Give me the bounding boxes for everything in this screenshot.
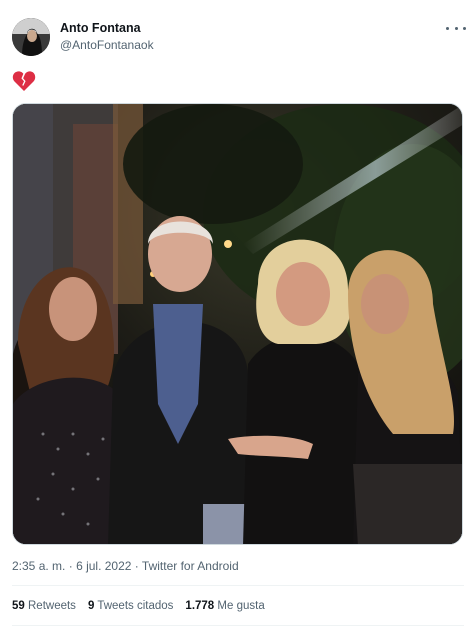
retweets-count: 59 xyxy=(12,600,25,612)
author-handle[interactable]: @AntoFontanaok xyxy=(60,38,154,52)
retweets-label: Retweets xyxy=(28,600,76,612)
divider xyxy=(12,625,464,626)
meta-separator: · xyxy=(68,559,73,573)
tweet-time[interactable]: 2:35 a. m. xyxy=(12,559,65,573)
likes-label: Me gusta xyxy=(217,600,265,612)
tweet-metadata: 2:35 a. m. · 6 jul. 2022 · Twitter for A… xyxy=(12,559,239,573)
meta-separator: · xyxy=(134,559,139,573)
likes-stat[interactable]: 1.778 Me gusta xyxy=(185,600,264,612)
broken-heart-icon xyxy=(12,71,36,91)
tweet-source[interactable]: Twitter for Android xyxy=(142,559,239,573)
quote-tweets-count: 9 xyxy=(87,600,95,612)
tweet-card: Anto Fontana @AntoFontanaok 2:35 a. m. ·… xyxy=(0,0,476,628)
likes-count: 1.778 xyxy=(185,600,215,612)
tweet-date[interactable]: 6 jul. 2022 xyxy=(76,559,131,573)
tweet-photo[interactable] xyxy=(12,103,463,545)
quote-tweets-stat[interactable]: 9 Tweets citados xyxy=(88,600,173,612)
author-display-name[interactable]: Anto Fontana xyxy=(60,21,141,35)
more-options-icon[interactable] xyxy=(446,20,466,36)
retweets-stat[interactable]: 59 Retweets xyxy=(12,600,76,612)
tweet-stats: 59 Retweets 9 Tweets citados 1.778 Me gu… xyxy=(12,600,265,612)
tweet-text xyxy=(12,70,38,94)
divider xyxy=(12,585,464,586)
author-avatar[interactable] xyxy=(12,18,50,56)
quote-tweets-label: Tweets citados xyxy=(97,600,174,612)
